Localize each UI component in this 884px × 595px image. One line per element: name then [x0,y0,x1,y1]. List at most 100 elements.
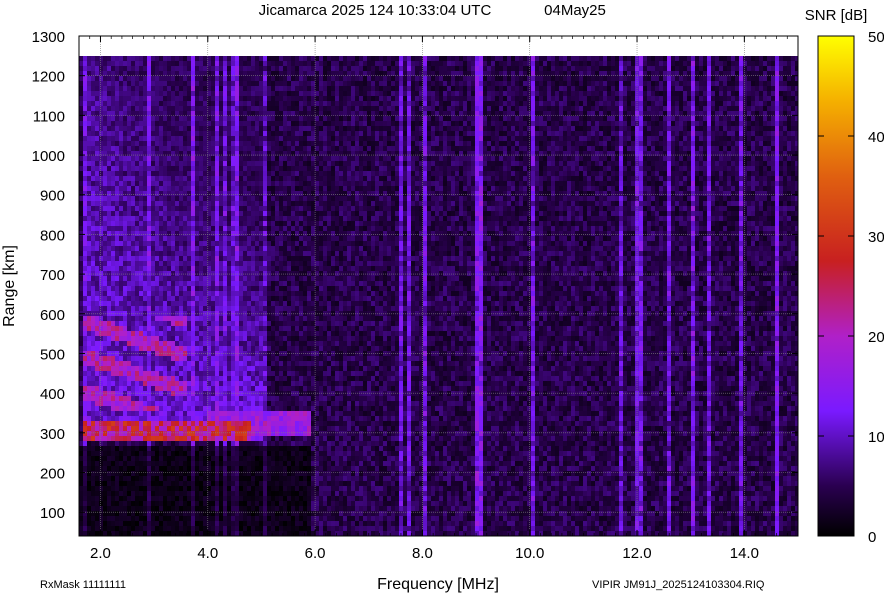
heat-cell [155,396,159,401]
heat-cell [267,41,271,46]
heat-cell [203,456,207,461]
heat-cell [135,166,139,171]
heat-cell [123,496,127,501]
heat-cell [103,406,107,411]
heat-cell [83,416,87,421]
heat-cell [239,471,243,476]
heat-cell [275,471,279,476]
heat-cell [243,181,247,186]
heat-cell [171,296,175,301]
heat-cell [143,96,147,101]
heat-cell [171,211,175,216]
heat-cell [143,376,147,381]
heat-cell [99,76,103,81]
heat-cell [247,71,251,76]
heat-cell [191,411,195,416]
heat-cell [243,421,247,426]
heat-cell [223,301,227,306]
heat-cell [131,321,135,326]
heat-cell [251,156,255,161]
heat-cell [151,186,155,191]
heat-cell [83,286,87,291]
heat-cell [99,526,103,531]
heat-cell [95,406,99,411]
heat-cell [103,226,107,231]
heat-cell [267,326,271,331]
heat-cell [183,106,187,111]
heat-cell [267,391,271,396]
heat-cell [227,401,231,406]
heat-cell [107,196,111,201]
heat-cell [231,291,235,296]
heat-cell [243,436,247,441]
heat-cell [127,71,131,76]
heat-cell [103,61,107,66]
heat-cell [235,126,239,131]
heat-cell [263,221,267,226]
heat-cell [259,406,263,411]
heat-cell [235,426,239,431]
heat-cell [179,431,183,436]
heat-cell [95,476,99,481]
heat-cell [227,446,231,451]
heat-cell [243,326,247,331]
heat-cell [115,476,119,481]
heat-cell [99,221,103,226]
heat-cell [211,256,215,261]
heat-cell [203,446,207,451]
heat-cell [215,66,219,71]
heat-cell [127,186,131,191]
heat-cell [115,481,119,486]
heat-cell [115,516,119,521]
heat-cell [259,116,263,121]
heat-cell [223,181,227,186]
heat-cell [167,451,171,456]
heat-cell [147,416,151,421]
heat-cell [275,166,279,171]
heat-cell [123,466,127,471]
heat-cell [251,466,255,471]
heat-cell [163,491,167,496]
heat-cell [207,81,211,86]
heat-cell [79,271,83,276]
heat-cell [79,276,83,281]
heat-cell [171,456,175,461]
heat-cell [107,191,111,196]
heat-cell [115,191,119,196]
heat-cell [87,156,91,161]
heat-cell [83,256,87,261]
heat-cell [127,396,131,401]
heat-cell [271,301,275,306]
heat-cell [231,211,235,216]
heat-cell [155,146,159,151]
heat-cell [267,81,271,86]
heat-cell [147,211,151,216]
heat-cell [215,471,219,476]
heat-cell [91,86,95,91]
heat-cell [163,426,167,431]
heat-cell [91,271,95,276]
heat-cell [163,416,167,421]
heat-cell [195,216,199,221]
heat-cell [211,96,215,101]
heat-cell [123,356,127,361]
heat-cell [131,306,135,311]
heat-cell [99,301,103,306]
heat-cell [203,211,207,216]
heat-cell [231,426,235,431]
heat-cell [247,176,251,181]
heat-cell [103,506,107,511]
heat-cell [255,516,259,521]
heat-cell [127,356,131,361]
heat-cell [95,411,99,416]
heat-cell [123,391,127,396]
heat-cell [211,481,215,486]
heat-cell [263,236,267,241]
heat-cell [211,226,215,231]
heat-cell [191,356,195,361]
heat-cell [251,41,255,46]
heat-cell [215,291,219,296]
heat-cell [139,241,143,246]
heat-cell [131,51,135,56]
heat-cell [219,101,223,106]
